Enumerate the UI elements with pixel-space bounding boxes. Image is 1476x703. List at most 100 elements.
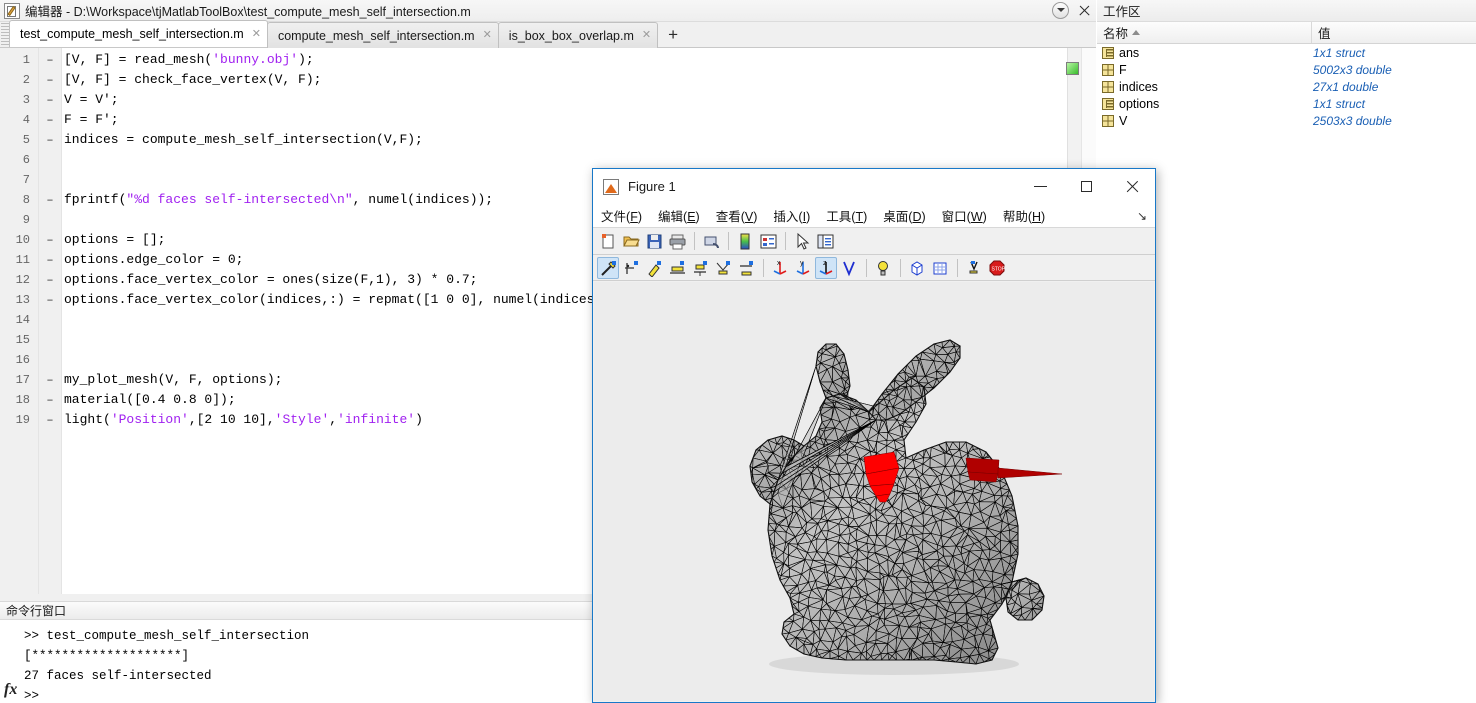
rotate-x-icon: x xyxy=(773,260,787,275)
menu-label: 帮助 xyxy=(1002,210,1028,224)
matrix-icon xyxy=(1102,63,1114,76)
menu-label: 查看 xyxy=(715,210,741,224)
code-line[interactable]: 5 – indices = compute_mesh_self_intersecti… xyxy=(0,130,1096,150)
link-plot-button[interactable] xyxy=(700,230,722,252)
close-button[interactable] xyxy=(1109,169,1155,204)
edit-plot-arrow-icon xyxy=(797,232,810,250)
figure-menu-v[interactable]: 查看(V) xyxy=(716,206,758,225)
line-number: 2 xyxy=(22,73,30,87)
workspace-variable-value: 1x1 struct xyxy=(1313,45,1366,60)
code-line[interactable]: 6 xyxy=(0,150,1096,170)
brush-tool-button[interactable] xyxy=(643,257,665,279)
align-horizontal-icon xyxy=(670,260,685,274)
figure-menu-h[interactable]: 帮助(H) xyxy=(1003,206,1045,225)
tab-test-compute-mesh-self-intersection[interactable]: test_compute_mesh_self_intersection.m ✕ xyxy=(9,20,268,47)
maximize-icon xyxy=(1080,181,1092,192)
print-figure-button[interactable] xyxy=(666,230,688,252)
menu-accelerator: (I) xyxy=(798,210,811,224)
code-line[interactable]: 4 – F = F'; xyxy=(0,110,1096,130)
figure-toolbar-standard xyxy=(593,228,1155,255)
workspace-variable-name: F xyxy=(1119,62,1127,77)
figure-menu-w[interactable]: 窗口(W) xyxy=(942,206,987,225)
snap-grid-button[interactable] xyxy=(735,257,757,279)
box-view-button[interactable] xyxy=(906,257,928,279)
tab-close-icon[interactable]: ✕ xyxy=(483,30,492,41)
new-figure-button[interactable] xyxy=(597,230,619,252)
line-number: 6 xyxy=(22,153,30,167)
workspace-variable-value: 5002x3 double xyxy=(1313,62,1392,77)
menu-accelerator-key: V xyxy=(744,210,754,224)
data-cursor-button[interactable] xyxy=(597,256,619,279)
line-number: 12 xyxy=(15,273,30,287)
tabbar-grip[interactable] xyxy=(1,23,9,47)
workspace-row[interactable]: indices 27x1 double xyxy=(1097,78,1476,95)
stop-icon: STOP xyxy=(989,260,1006,275)
distribute-button[interactable] xyxy=(712,257,734,279)
figure-plot-canvas[interactable] xyxy=(594,282,1154,701)
workspace-row[interactable]: V 2503x3 double xyxy=(1097,112,1476,129)
colorbar-icon xyxy=(740,233,750,250)
figure-titlebar[interactable]: Figure 1 xyxy=(593,169,1155,204)
code-text: V = V'; xyxy=(64,92,119,107)
save-figure-button[interactable] xyxy=(643,230,665,252)
workspace-row[interactable]: F 5002x3 double xyxy=(1097,61,1476,78)
workspace-variable-name: ans xyxy=(1119,45,1140,60)
tab-close-icon[interactable]: ✕ xyxy=(252,28,261,40)
line-number: 5 xyxy=(22,133,30,147)
open-file-button[interactable] xyxy=(620,230,642,252)
rotate-3d-button[interactable] xyxy=(838,257,860,279)
align-vertical-button[interactable] xyxy=(689,257,711,279)
workspace-row[interactable]: options 1x1 struct xyxy=(1097,95,1476,112)
edit-plot-arrow-button[interactable] xyxy=(791,230,813,252)
figure-title: Figure 1 xyxy=(628,179,676,194)
align-horizontal-button[interactable] xyxy=(666,257,688,279)
line-number: 14 xyxy=(15,313,30,327)
executable-marker: – xyxy=(46,53,54,67)
legend-button[interactable] xyxy=(757,230,779,252)
rotate-y-button[interactable]: y xyxy=(792,257,814,279)
maximize-button[interactable] xyxy=(1063,169,1109,204)
figure-menu-f[interactable]: 文件(F) xyxy=(601,206,642,225)
minimize-icon xyxy=(1033,185,1047,188)
tab-compute-mesh-self-intersection[interactable]: compute_mesh_self_intersection.m ✕ xyxy=(266,22,499,48)
tab-close-icon[interactable]: ✕ xyxy=(642,30,651,41)
svg-text:y: y xyxy=(800,260,804,267)
code-analyzer-ok-indicator[interactable] xyxy=(1066,62,1079,75)
workspace-column-name[interactable]: 名称 xyxy=(1097,22,1312,43)
property-editor-icon xyxy=(817,234,834,249)
scatter-tool-button[interactable] xyxy=(620,257,642,279)
add-light-button[interactable] xyxy=(963,257,985,279)
tab-is-box-box-overlap[interactable]: is_box_box_overlap.m ✕ xyxy=(497,22,659,48)
figure-menu-e[interactable]: 编辑(E) xyxy=(658,206,700,225)
line-number: 15 xyxy=(15,333,30,347)
workspace-column-value[interactable]: 值 xyxy=(1312,22,1476,43)
menu-overflow-icon[interactable]: ↘ xyxy=(1137,209,1147,223)
colorbar-button[interactable] xyxy=(734,230,756,252)
tab-label: is_box_box_overlap.m xyxy=(508,28,634,43)
minimize-button[interactable] xyxy=(1017,169,1063,204)
figure-menu-d[interactable]: 桌面(D) xyxy=(883,206,925,225)
lighting-bulb-button[interactable] xyxy=(872,257,894,279)
new-tab-button[interactable]: + xyxy=(661,24,685,46)
line-number: 10 xyxy=(15,233,30,247)
struct-icon xyxy=(1102,46,1114,59)
figure-menu-i[interactable]: 插入(I) xyxy=(773,206,810,225)
stop-button[interactable]: STOP xyxy=(986,257,1008,279)
fx-icon[interactable]: fx xyxy=(4,681,17,699)
property-editor-button[interactable] xyxy=(814,230,836,252)
close-icon[interactable] xyxy=(1077,3,1092,18)
executable-marker: – xyxy=(46,413,54,427)
rotate-z-button[interactable]: z xyxy=(815,256,837,279)
rotate-x-button[interactable]: x xyxy=(769,257,791,279)
toolbar-separator xyxy=(866,258,867,277)
code-line[interactable]: 2 – [V, F] = check_face_vertex(V, F); xyxy=(0,70,1096,90)
code-line[interactable]: 3 – V = V'; xyxy=(0,90,1096,110)
matrix-icon xyxy=(1102,80,1114,93)
workspace-row[interactable]: ans 1x1 struct xyxy=(1097,44,1476,61)
figure-menu-t[interactable]: 工具(T) xyxy=(826,206,867,225)
dock-dropdown-button[interactable] xyxy=(1052,2,1069,19)
executable-marker: – xyxy=(46,253,54,267)
grid-view-button[interactable] xyxy=(929,257,951,279)
code-text: options.edge_color = 0; xyxy=(64,252,244,267)
code-line[interactable]: 1 – [V, F] = read_mesh('bunny.obj'); xyxy=(0,50,1096,70)
